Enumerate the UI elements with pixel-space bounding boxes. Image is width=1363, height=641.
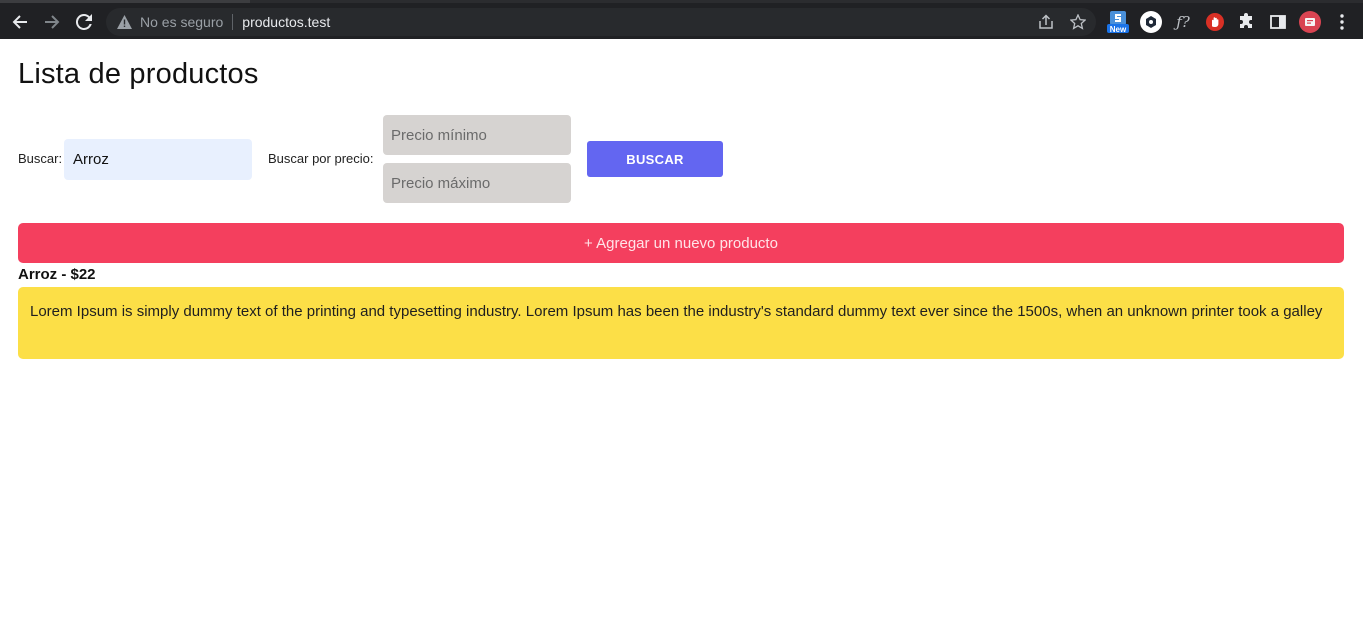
search-label: Buscar: [18,151,63,166]
url-text[interactable]: productos.test [242,14,330,30]
min-price-input[interactable] [383,115,571,155]
sidepanel-toggle-icon[interactable] [1268,11,1288,33]
add-product-button[interactable]: + Agregar un nuevo producto [18,223,1344,263]
new-badge-label: New [1109,25,1127,34]
hexagon-extension-icon[interactable] [1139,11,1163,33]
security-status[interactable]: No es seguro [140,14,223,30]
back-arrow-icon[interactable] [8,10,32,34]
bookmark-star-icon[interactable] [1068,12,1088,32]
search-input[interactable] [64,139,252,180]
warning-triangle-icon[interactable] [117,14,133,30]
menu-kebab-icon[interactable] [1332,11,1352,33]
browser-toolbar: No es seguro productos.test New ƒ? [0,0,1363,39]
product-heading: Arroz - $22 [18,266,96,283]
puzzle-extension-icon[interactable] [1236,11,1256,33]
product-description-card: Lorem Ipsum is simply dummy text of the … [18,287,1344,359]
formula-extension-icon[interactable]: ƒ? [1170,11,1196,33]
omnibox-separator [232,14,234,30]
forward-arrow-icon[interactable] [40,10,64,34]
share-icon[interactable] [1036,12,1056,32]
price-search-label: Buscar por precio: [268,151,374,166]
address-bar[interactable]: No es seguro productos.test [106,8,1096,36]
max-price-input[interactable] [383,163,571,203]
page-title: Lista de productos [18,58,259,90]
reload-icon[interactable] [72,10,96,34]
active-tab-indicator [0,0,250,3]
search-button[interactable]: BUSCAR [587,141,723,177]
hand-stop-extension-icon[interactable] [1204,11,1226,33]
profile-avatar-icon[interactable] [1298,11,1322,33]
product-description: Lorem Ipsum is simply dummy text of the … [30,303,1323,320]
new-badge-extension-icon[interactable]: New [1106,11,1130,34]
